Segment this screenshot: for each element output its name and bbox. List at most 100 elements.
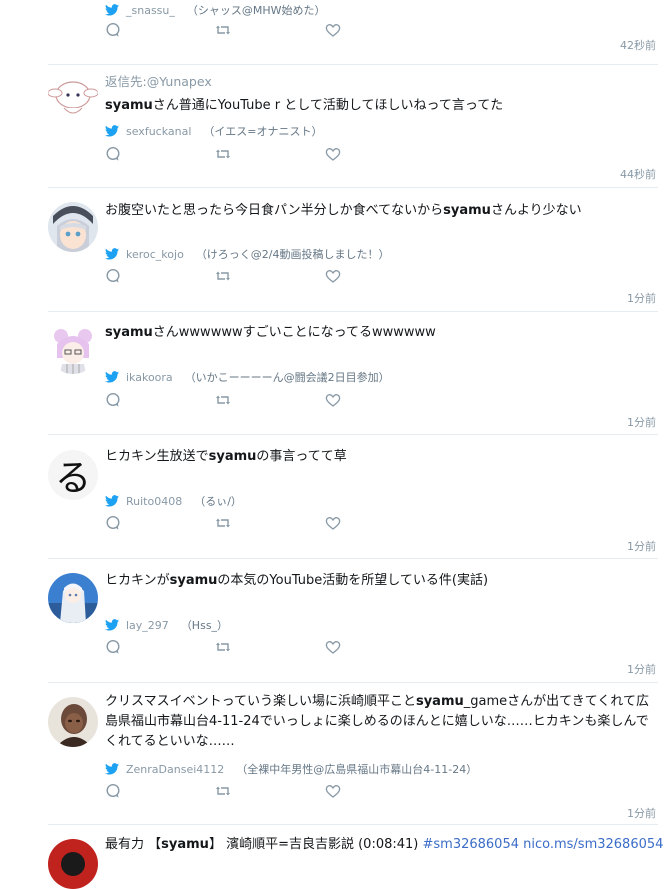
reply-icon[interactable] [105,783,121,799]
avatar[interactable] [48,697,98,747]
tweet-time[interactable]: 1分前 [627,661,656,677]
tweet-time[interactable]: 1分前 [627,414,656,430]
retweet-icon[interactable] [215,392,231,408]
tweet-item: _snassu_ （シャッス@MHW始めた） 42秒前 [48,0,658,58]
tweet-time[interactable]: 1分前 [627,805,656,821]
tweet-text: 最有力 【syamu】 濱崎順平=吉良吉影説 (0:08:41) #sm3268… [105,835,663,855]
tweet-meta: lay_297 （Hss_） [105,617,228,633]
keyword: syamu [105,325,153,340]
avatar[interactable] [48,202,98,252]
twitter-bird-icon [105,495,119,507]
retweet-icon[interactable] [215,22,231,38]
tweet-text-rest: の本気のYouTube活動を所望している件(実話) [217,573,489,588]
tweet-item: 返信先:@Yunapex syamuさん普通にYouTube r として活動して… [48,64,658,187]
retweet-icon[interactable] [215,146,231,162]
keyword: syamu [105,98,153,113]
like-icon[interactable] [325,392,341,408]
tweet-text: syamuさん普通にYouTube r として活動してほしいねって言ってた [105,96,658,116]
tweet-username[interactable]: ikakoora [126,371,173,384]
reply-prefix: 返信先: [105,74,147,89]
reply-icon[interactable] [105,268,121,284]
like-icon[interactable] [325,515,341,531]
tweet-display-name: （シャッス@MHW始めた） [186,4,326,17]
tweet-item: 最有力 【syamu】 濱崎順平=吉良吉影説 (0:08:41) #sm3268… [48,824,663,889]
tweet-text: クリスマスイベントっていう楽しい場に浜崎順平ことsyamu_gameさんが出てき… [105,692,658,752]
retweet-icon[interactable] [215,783,231,799]
tweet-username[interactable]: lay_297 [126,619,169,632]
tweet-timeline: _snassu_ （シャッス@MHW始めた） 42秒前 返信先:@Yunapex… [0,0,669,889]
keyword: syamu [443,203,491,218]
tweet-text-rest: の事言ってて草 [256,449,347,464]
like-icon[interactable] [325,268,341,284]
tweet-meta: keroc_kojo （けろっく@2/4動画投稿しました！） [105,246,390,262]
tweet-username[interactable]: Ruito0408 [126,495,182,508]
tweet-content: 最有力 【syamu】 濱崎順平=吉良吉影説 (0:08:41) #sm3268… [105,835,663,855]
retweet-icon[interactable] [215,515,231,531]
tweet-display-name: （いかこーーーーん@闘会議2日目参加） [184,371,390,384]
twitter-bird-icon [105,4,119,16]
tweet-username[interactable]: _snassu_ [126,4,175,17]
tweet-display-name: （けろっく@2/4動画投稿しました！） [195,248,390,261]
tweet-text-rest: さんより少ない [490,203,582,218]
reply-handle[interactable]: @Yunapex [147,74,212,89]
tweet-text: お腹空いたと思ったら今日食パン半分しか食べてないからsyamuさんより少ない [105,201,658,221]
like-icon[interactable] [325,783,341,799]
tweet-item: る ヒカキン生放送でsyamuの事言ってて草 Ruito0408 （るぃ/） 1… [48,434,658,559]
avatar[interactable]: る [48,450,98,500]
tweet-content: ヒカキン生放送でsyamuの事言ってて草 [105,447,658,467]
tweet-content: syamuさんwwwwwwすごいことになってるwwwwww [105,323,658,343]
tweet-time[interactable]: 42秒前 [620,37,656,53]
avatar[interactable] [48,839,98,889]
tweet-meta: ZenraDansei4112 （全裸中年男性@広島県福山市幕山台4-11-24… [105,761,477,777]
like-icon[interactable] [325,146,341,162]
tweet-text-prefix: ヒカキン生放送で [105,449,209,464]
tweet-item: クリスマスイベントっていう楽しい場に浜崎順平ことsyamu_gameさんが出てき… [48,682,658,825]
keyword: syamu [208,449,257,464]
tweet-meta: sexfuckanal （イエス=オナニスト） [105,123,323,139]
retweet-icon[interactable] [215,268,231,284]
keyword: syamu [415,694,464,709]
tweet-text-prefix: クリスマスイベントっていう楽しい場に浜崎順平こと [105,694,416,709]
retweet-icon[interactable] [215,639,231,655]
svg-text:る: る [55,458,91,499]
tweet-meta: _snassu_ （シャッス@MHW始めた） [105,2,326,18]
reply-icon[interactable] [105,639,121,655]
avatar[interactable] [48,573,98,623]
tweet-time[interactable]: 1分前 [627,538,656,554]
twitter-bird-icon [105,125,119,137]
tweet-text-prefix: お腹空いたと思ったら今日食パン半分しか食べてないから [105,203,444,218]
tweet-text-prefix: ヒカキンが [105,573,170,588]
tweet-text: ヒカキン生放送でsyamuの事言ってて草 [105,447,658,467]
tweet-item: syamuさんwwwwwwすごいことになってるwwwwww ikakoora （… [48,311,658,435]
tweet-content: クリスマスイベントっていう楽しい場に浜崎順平ことsyamu_gameさんが出てき… [105,692,658,752]
avatar[interactable] [48,324,98,374]
tweet-meta: ikakoora （いかこーーーーん@闘会議2日目参加） [105,369,390,385]
tweet-content: 返信先:@Yunapex syamuさん普通にYouTube r として活動して… [105,71,658,116]
tweet-content: お腹空いたと思ったら今日食パン半分しか食べてないからsyamuさんより少ない [105,201,658,221]
tweet-display-name: （Hss_） [180,619,229,632]
reply-icon[interactable] [105,515,121,531]
tweet-username[interactable]: sexfuckanal [126,125,191,138]
like-icon[interactable] [325,22,341,38]
reply-to: 返信先:@Yunapex [105,71,658,90]
twitter-bird-icon [105,619,119,631]
like-icon[interactable] [325,639,341,655]
tweet-item: お腹空いたと思ったら今日食パン半分しか食べてないからsyamuさんより少ない k… [48,187,658,312]
twitter-bird-icon [105,248,119,260]
tweet-time[interactable]: 44秒前 [620,166,656,182]
tweet-display-name: （イエス=オナニスト） [203,125,323,138]
reply-icon[interactable] [105,392,121,408]
tweet-time[interactable]: 1分前 [627,290,656,306]
tweet-username[interactable]: keroc_kojo [126,248,184,261]
tweet-meta: Ruito0408 （るぃ/） [105,493,242,509]
tweet-text: syamuさんwwwwwwすごいことになってるwwwwww [105,323,658,343]
reply-icon[interactable] [105,146,121,162]
tweet-text: ヒカキンがsyamuの本気のYouTube活動を所望している件(実話) [105,571,658,591]
keyword: syamu [169,573,218,588]
tweet-username[interactable]: ZenraDansei4112 [126,763,224,776]
tweet-text-rest: さんwwwwwwすごいことになってるwwwwww [152,325,436,340]
tweet-display-name: （るぃ/） [194,495,242,508]
reply-icon[interactable] [105,22,121,38]
tweet-display-name: （全裸中年男性@広島県福山市幕山台4-11-24） [236,763,478,776]
avatar[interactable] [48,71,98,121]
